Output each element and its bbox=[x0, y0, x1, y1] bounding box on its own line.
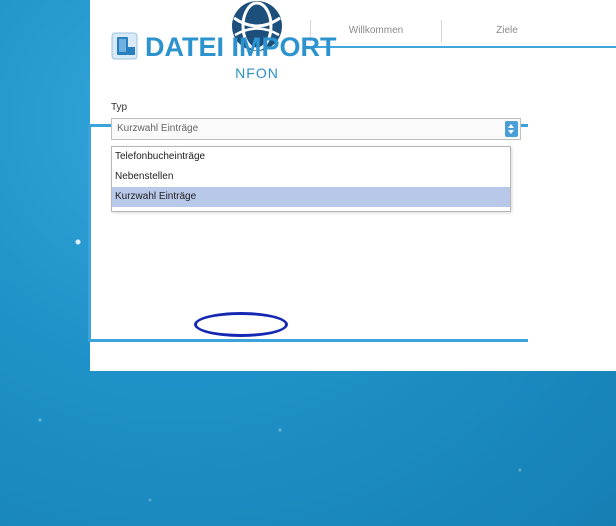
top-navigation: Willkommen Ziele bbox=[310, 18, 616, 48]
nav-underline bbox=[310, 46, 616, 48]
nav-item-ziele[interactable]: Ziele bbox=[442, 18, 572, 44]
option-telefonbucheintraege[interactable]: Telefonbucheinträge bbox=[112, 147, 510, 167]
type-select[interactable]: Kurzwahl Einträge bbox=[111, 118, 521, 140]
option-kurzwahl-eintraege[interactable]: Kurzwahl Einträge bbox=[112, 187, 510, 207]
type-dropdown-list: Telefonbucheinträge Nebenstellen Kurzwah… bbox=[111, 146, 511, 212]
type-select-value: Kurzwahl Einträge bbox=[117, 123, 199, 134]
import-icon bbox=[111, 32, 138, 60]
select-arrows-icon[interactable] bbox=[505, 121, 518, 137]
page-title: DATEI IMPORT bbox=[145, 32, 337, 62]
logo-text: NFON bbox=[235, 65, 279, 81]
option-nebenstellen[interactable]: Nebenstellen bbox=[112, 167, 510, 187]
type-field-label: Typ bbox=[111, 102, 128, 113]
